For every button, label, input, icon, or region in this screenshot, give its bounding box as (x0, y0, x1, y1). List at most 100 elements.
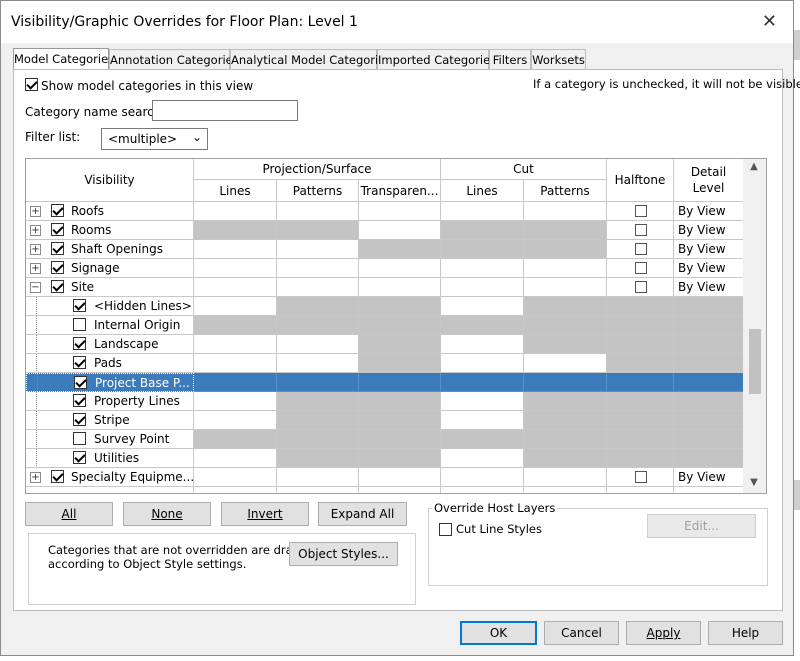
cut-line-styles-checkbox[interactable] (439, 523, 452, 536)
object-styles-button[interactable]: Object Styles... (289, 542, 398, 566)
override-cell[interactable] (194, 259, 277, 278)
override-cell[interactable] (194, 335, 277, 354)
category-cell[interactable]: <Hidden Lines> (26, 297, 194, 316)
override-cell[interactable] (441, 373, 524, 392)
category-cell[interactable]: Pads (26, 354, 194, 373)
table-row[interactable]: + Rooms By View (26, 221, 744, 240)
scroll-up-icon[interactable]: ▲ (743, 161, 765, 177)
category-visibility-checkbox[interactable] (74, 376, 87, 389)
category-cell[interactable]: Project Base P... (26, 373, 194, 392)
override-cell[interactable] (277, 278, 359, 297)
expand-icon[interactable]: + (30, 244, 41, 255)
halftone-checkbox[interactable] (635, 281, 647, 293)
override-cell[interactable] (441, 392, 524, 411)
tab-imported-categories[interactable]: Imported Categories (377, 49, 496, 69)
override-cell[interactable] (194, 411, 277, 430)
table-row[interactable]: Pads (26, 354, 744, 373)
category-cell[interactable]: Utilities (26, 449, 194, 468)
apply-button[interactable]: Apply (626, 621, 701, 645)
table-row[interactable]: − Site By View (26, 278, 744, 297)
tab-model-categories[interactable]: Model Categories (13, 48, 114, 70)
table-row[interactable]: Property Lines (26, 392, 744, 411)
override-cell[interactable] (441, 202, 524, 221)
halftone-cell[interactable] (607, 468, 674, 487)
cancel-button[interactable]: Cancel (544, 621, 619, 645)
override-cell[interactable] (277, 373, 359, 392)
override-cell[interactable] (277, 335, 359, 354)
detail-level-cell[interactable] (674, 297, 744, 316)
category-visibility-checkbox[interactable] (51, 204, 64, 217)
help-button[interactable]: Help (708, 621, 783, 645)
halftone-checkbox[interactable] (635, 205, 647, 217)
table-row[interactable]: + Specialty Equipme... By View (26, 468, 744, 487)
halftone-cell[interactable] (607, 335, 674, 354)
override-cell[interactable] (524, 259, 607, 278)
override-cell[interactable] (194, 202, 277, 221)
filter-list-select[interactable]: <multiple> ⌄ (101, 128, 208, 150)
category-cell[interactable]: Landscape (26, 335, 194, 354)
table-row[interactable]: Landscape (26, 335, 744, 354)
expand-all-button[interactable]: Expand All (318, 502, 407, 526)
expand-icon[interactable]: + (30, 206, 41, 217)
override-cell[interactable] (441, 411, 524, 430)
table-row[interactable]: Utilities (26, 449, 744, 468)
halftone-cell[interactable] (607, 392, 674, 411)
table-row[interactable]: Survey Point (26, 430, 744, 449)
category-cell[interactable]: + Rooms (26, 221, 194, 240)
override-cell[interactable] (524, 373, 607, 392)
category-visibility-checkbox[interactable] (51, 261, 64, 274)
override-cell[interactable] (194, 449, 277, 468)
override-cell[interactable] (441, 335, 524, 354)
override-cell[interactable] (441, 278, 524, 297)
table-row[interactable]: + Signage By View (26, 259, 744, 278)
category-visibility-checkbox[interactable] (73, 413, 86, 426)
halftone-checkbox[interactable] (635, 471, 647, 483)
category-cell[interactable]: Property Lines (26, 392, 194, 411)
table-row[interactable]: <Hidden Lines> (26, 297, 744, 316)
expand-icon[interactable]: + (30, 263, 41, 274)
detail-level-cell[interactable]: By View (674, 240, 744, 259)
table-scrollbar[interactable]: ▲ ▼ (743, 158, 767, 494)
tab-analytical-model-categories[interactable]: Analytical Model Categories (230, 49, 391, 69)
override-cell[interactable] (194, 297, 277, 316)
override-cell[interactable] (441, 354, 524, 373)
override-cell[interactable] (524, 202, 607, 221)
category-visibility-checkbox[interactable] (73, 299, 86, 312)
detail-level-cell[interactable]: By View (674, 278, 744, 297)
all-button[interactable]: All (25, 502, 113, 526)
halftone-checkbox[interactable] (635, 262, 647, 274)
detail-level-cell[interactable]: By View (674, 468, 744, 487)
override-cell[interactable] (441, 259, 524, 278)
category-visibility-checkbox[interactable] (51, 280, 64, 293)
collapse-icon[interactable]: − (30, 282, 41, 293)
detail-level-cell[interactable] (674, 354, 744, 373)
category-cell[interactable]: Internal Origin (26, 316, 194, 335)
halftone-cell[interactable] (607, 354, 674, 373)
override-cell[interactable] (277, 202, 359, 221)
override-cell[interactable] (194, 392, 277, 411)
override-cell[interactable] (359, 259, 441, 278)
expand-icon[interactable]: + (30, 225, 41, 236)
halftone-cell[interactable] (607, 240, 674, 259)
tab-filters[interactable]: Filters (489, 49, 531, 69)
table-row[interactable]: + Roofs By View (26, 202, 744, 221)
halftone-cell[interactable] (607, 202, 674, 221)
override-cell[interactable] (524, 278, 607, 297)
category-visibility-checkbox[interactable] (73, 432, 86, 445)
invert-button[interactable]: Invert (221, 502, 309, 526)
override-cell[interactable] (441, 297, 524, 316)
category-cell[interactable]: + Signage (26, 259, 194, 278)
halftone-cell[interactable] (607, 297, 674, 316)
scroll-thumb[interactable] (749, 329, 761, 394)
category-cell[interactable]: + Specialty Equipme... (26, 468, 194, 487)
override-cell[interactable] (359, 278, 441, 297)
tab-worksets[interactable]: Worksets (531, 49, 586, 69)
table-row[interactable]: Project Base P... (26, 373, 744, 392)
override-cell[interactable] (277, 259, 359, 278)
override-cell[interactable] (194, 468, 277, 487)
close-icon[interactable]: ✕ (762, 11, 777, 32)
category-search-input[interactable] (152, 100, 298, 121)
halftone-checkbox[interactable] (635, 224, 647, 236)
override-cell[interactable] (194, 240, 277, 259)
category-cell[interactable]: Survey Point (26, 430, 194, 449)
